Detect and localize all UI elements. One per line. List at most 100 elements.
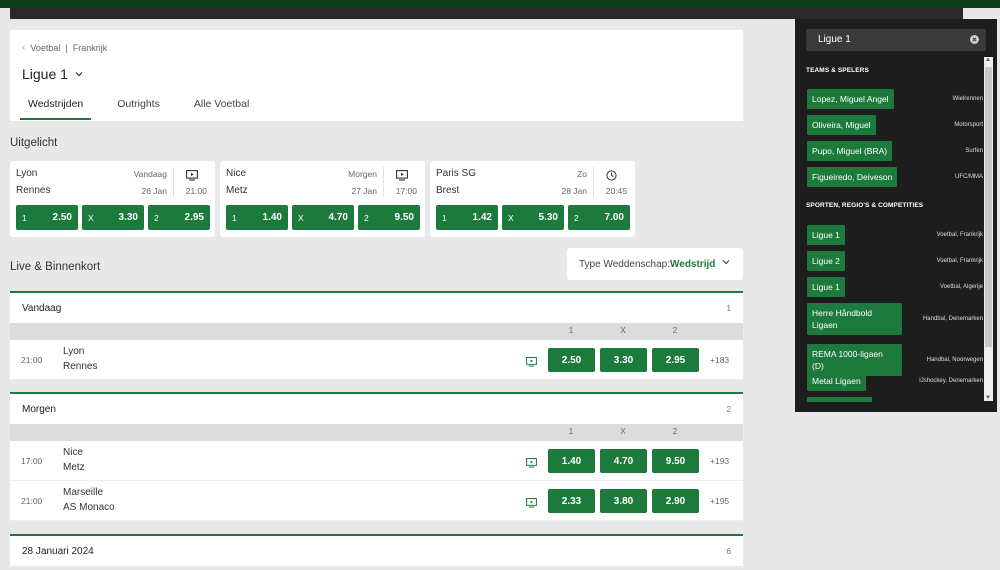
search-result-label: Oliveira, Miguel [807, 115, 876, 135]
search-input[interactable]: Ligue 1 [806, 29, 986, 51]
odds-button[interactable]: 2.90 [652, 489, 699, 513]
search-result-item[interactable]: Lopez, Miguel Angel Wielrennen [807, 89, 983, 109]
match-day: Zo [577, 169, 587, 179]
group-header[interactable]: 28 Januari 2024 6 [10, 536, 743, 566]
odds-button[interactable]: 1 1.40 [226, 205, 288, 230]
team-home: Lyon [16, 168, 38, 179]
featured-card[interactable]: Nice Metz Morgen 27 Jan 17:00 1 1.40 X 4.70 2 9.50 [220, 161, 425, 237]
odds-label: X [508, 212, 514, 223]
group-name: 28 Januari 2024 [22, 545, 94, 557]
odds-button[interactable]: 2.95 [652, 348, 699, 372]
tab-wedstrijden[interactable]: Wedstrijden [20, 93, 92, 121]
odds-button[interactable]: 2 2.95 [148, 205, 210, 230]
match-date: 27 Jan [351, 186, 377, 196]
divider [383, 167, 384, 197]
more-markets-link[interactable]: +193 [710, 456, 729, 466]
scroll-up-icon[interactable]: ▲ [985, 57, 991, 63]
breadcrumb-separator: | [65, 42, 68, 53]
odds-button[interactable]: X 5.30 [502, 205, 564, 230]
odds-value: 7.00 [604, 212, 624, 223]
search-result-item[interactable]: Pupo, Miguel (BRA) Surfen [807, 141, 983, 161]
match-time: 21:00 [21, 496, 43, 506]
column-label: X [620, 427, 626, 436]
odds-button[interactable]: 2.50 [548, 348, 595, 372]
chevron-down-icon [722, 260, 730, 265]
search-result-item[interactable]: Ligue 1 Voetbal, Algerije [807, 277, 983, 297]
match-row[interactable]: 21:00 Lyon Rennes 2.50 3.30 2.95 +183 [10, 340, 743, 380]
odds-value: 1.42 [472, 212, 492, 223]
team-away: Metz [226, 185, 248, 196]
search-result-item-partial[interactable] [807, 397, 872, 402]
odds-button[interactable]: 9.50 [652, 449, 699, 473]
clear-icon[interactable] [970, 35, 979, 44]
match-row[interactable]: 17:00 Nice Metz 1.40 4.70 9.50 +193 [10, 441, 743, 481]
chevron-down-icon [75, 72, 83, 77]
odds-button[interactable]: 1 1.42 [436, 205, 498, 230]
match-time: 21:00 [185, 186, 207, 196]
header-strip [10, 8, 963, 19]
team-home: Lyon [63, 346, 85, 357]
more-markets-link[interactable]: +183 [710, 355, 729, 365]
tab-outrights[interactable]: Outrights [109, 93, 168, 121]
tv-icon [186, 168, 198, 181]
column-header: 1 X 2 [10, 323, 743, 340]
bet-type-label: Type Weddenschap: [579, 258, 670, 270]
match-date: 26 Jan [141, 186, 167, 196]
search-dropdown: Ligue 1 TEAMS & SPELERS Lopez, Miguel Ang… [795, 19, 997, 412]
odds-label: 2 [154, 212, 159, 223]
search-result-category: Voetbal, Frankrijk [936, 232, 983, 238]
scrollbar-thumb[interactable] [985, 67, 992, 347]
odds-button[interactable]: 2 9.50 [358, 205, 420, 230]
group-count: 1 [726, 303, 731, 313]
odds-value: 2.50 [52, 212, 72, 223]
odds-button[interactable]: 4.70 [600, 449, 647, 473]
match-day: Vandaag [133, 169, 167, 179]
search-result-item[interactable]: Ligue 1 Voetbal, Frankrijk [807, 225, 983, 245]
search-result-item[interactable]: Herre Håndbold Ligaen Handbal, Denemarken [807, 303, 983, 335]
group-count: 6 [726, 546, 731, 556]
column-label: X [620, 326, 626, 335]
breadcrumb-sport[interactable]: Voetbal [30, 43, 60, 53]
breadcrumb: ‹ Voetbal | Frankrijk [22, 42, 107, 53]
odds-button[interactable]: 3.30 [600, 348, 647, 372]
search-result-label: Ligue 1 [807, 277, 845, 297]
odds-label: 1 [22, 212, 27, 223]
search-result-item[interactable]: Figueiredo, Deiveson UFC/MMA [807, 167, 983, 187]
featured-card[interactable]: Paris SG Brest Zo 28 Jan 20:45 1 1.42 X 5.30 2 7.0… [430, 161, 635, 237]
chevron-left-icon[interactable]: ‹ [22, 42, 25, 53]
divider [593, 167, 594, 197]
featured-card[interactable]: Lyon Rennes Vandaag 26 Jan 21:00 1 2.50 X 3.30 2 2… [10, 161, 215, 237]
match-date: 28 Jan [561, 186, 587, 196]
search-result-label: Herre Håndbold Ligaen [807, 303, 902, 335]
tab-alle-voetbal[interactable]: Alle Voetbal [186, 93, 257, 121]
odds-button[interactable]: 1.40 [548, 449, 595, 473]
page-title[interactable]: Ligue 1 [22, 66, 84, 82]
breadcrumb-country[interactable]: Frankrijk [73, 43, 108, 53]
odds-label: 1 [232, 212, 237, 223]
search-result-item[interactable]: Metal Ligaen IJshockey, Denemarken [807, 371, 983, 391]
odds-button[interactable]: 3.80 [600, 489, 647, 513]
top-bar [0, 0, 1000, 8]
odds-value: 3.30 [118, 212, 138, 223]
odds-button[interactable]: 2 7.00 [568, 205, 630, 230]
group-header[interactable]: Morgen 2 [10, 394, 743, 424]
search-result-item[interactable]: Oliveira, Miguel Motorsport [807, 115, 983, 135]
more-markets-link[interactable]: +195 [710, 496, 729, 506]
bet-type-dropdown[interactable]: Type Weddenschap: Wedstrijd [567, 248, 743, 280]
search-result-label: Figueiredo, Deiveson [807, 167, 898, 187]
odds-button[interactable]: X 3.30 [82, 205, 144, 230]
scroll-down-icon[interactable]: ▼ [985, 395, 991, 401]
odds-button[interactable]: 1 2.50 [16, 205, 78, 230]
team-away: AS Monaco [63, 502, 115, 513]
dropdown-section-title: SPORTEN, REGIO'S & COMPETITIES [806, 202, 924, 209]
odds-button[interactable]: X 4.70 [292, 205, 354, 230]
dropdown-scrollbar[interactable]: ▲ ▼ [984, 57, 993, 401]
search-result-item[interactable]: Ligue 2 Voetbal, Frankrijk [807, 251, 983, 271]
search-result-label: Metal Ligaen [807, 371, 866, 391]
team-away: Brest [436, 185, 460, 196]
odds-button[interactable]: 2.33 [548, 489, 595, 513]
match-row[interactable]: 21:00 Marseille AS Monaco 2.33 3.80 2.90 +195 [10, 481, 743, 521]
group-header[interactable]: Vandaag 1 [10, 293, 743, 323]
bet-type-value: Wedstrijd [670, 258, 716, 270]
tv-icon [526, 455, 537, 468]
